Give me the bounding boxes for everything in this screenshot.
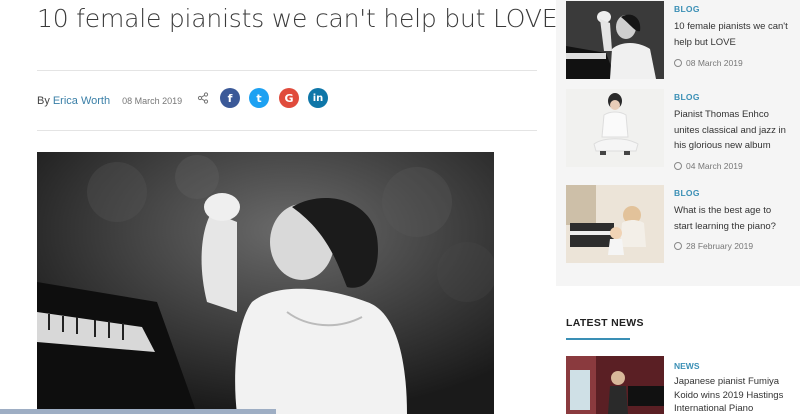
- clock-icon: [674, 162, 682, 170]
- post-title[interactable]: What is the best age to start learning t…: [674, 203, 792, 234]
- post-date: 28 February 2019: [674, 241, 753, 251]
- scroll-indicator: [0, 409, 276, 414]
- share-icon[interactable]: [197, 92, 209, 104]
- linkedin-share-button[interactable]: in: [308, 88, 328, 108]
- news-thumbnail[interactable]: [566, 356, 664, 414]
- post-date-text: 08 March 2019: [686, 58, 743, 68]
- post-thumbnail[interactable]: [566, 1, 664, 79]
- post-category[interactable]: BLOG: [674, 92, 700, 102]
- news-title[interactable]: Japanese pianist Fumiya Koido wins 2019 …: [674, 375, 794, 414]
- article-title: 10 female pianists we can't help but LOV…: [37, 4, 558, 33]
- linkedin-icon: in: [312, 92, 324, 104]
- hero-image: [37, 152, 494, 414]
- article-date: 08 March 2019: [122, 96, 183, 106]
- google-icon: G: [284, 91, 294, 105]
- sidebar-post[interactable]: BLOG What is the best age to start learn…: [566, 185, 796, 263]
- post-category[interactable]: BLOG: [674, 188, 700, 198]
- by-label: By: [37, 95, 50, 107]
- facebook-share-button[interactable]: f: [220, 88, 240, 108]
- author-link[interactable]: Erica Worth: [53, 95, 110, 107]
- twitter-icon: t: [256, 91, 262, 105]
- post-date: 08 March 2019: [674, 58, 743, 68]
- divider: [37, 70, 537, 71]
- post-category[interactable]: BLOG: [674, 4, 700, 14]
- post-date-text: 28 February 2019: [686, 241, 754, 251]
- google-share-button[interactable]: G: [279, 88, 299, 108]
- facebook-icon: f: [227, 91, 233, 105]
- sidebar-post[interactable]: BLOG 10 female pianists we can't help bu…: [566, 1, 796, 79]
- post-title[interactable]: 10 female pianists we can't help but LOV…: [674, 19, 792, 50]
- heading-underline: [566, 338, 630, 340]
- post-thumbnail[interactable]: [566, 89, 664, 167]
- byline: By Erica Worth 08 March 2019: [37, 93, 182, 109]
- clock-icon: [674, 59, 682, 67]
- post-thumbnail[interactable]: [566, 185, 664, 263]
- divider: [37, 130, 537, 131]
- post-date-text: 04 March 2019: [686, 161, 743, 171]
- news-category[interactable]: NEWS: [674, 361, 700, 371]
- sidebar-post[interactable]: BLOG Pianist Thomas Enhco unites classic…: [566, 89, 796, 171]
- post-title[interactable]: Pianist Thomas Enhco unites classical an…: [674, 107, 792, 154]
- post-date: 04 March 2019: [674, 161, 743, 171]
- latest-news-heading: LATEST NEWS: [566, 317, 644, 329]
- twitter-share-button[interactable]: t: [249, 88, 269, 108]
- clock-icon: [674, 242, 682, 250]
